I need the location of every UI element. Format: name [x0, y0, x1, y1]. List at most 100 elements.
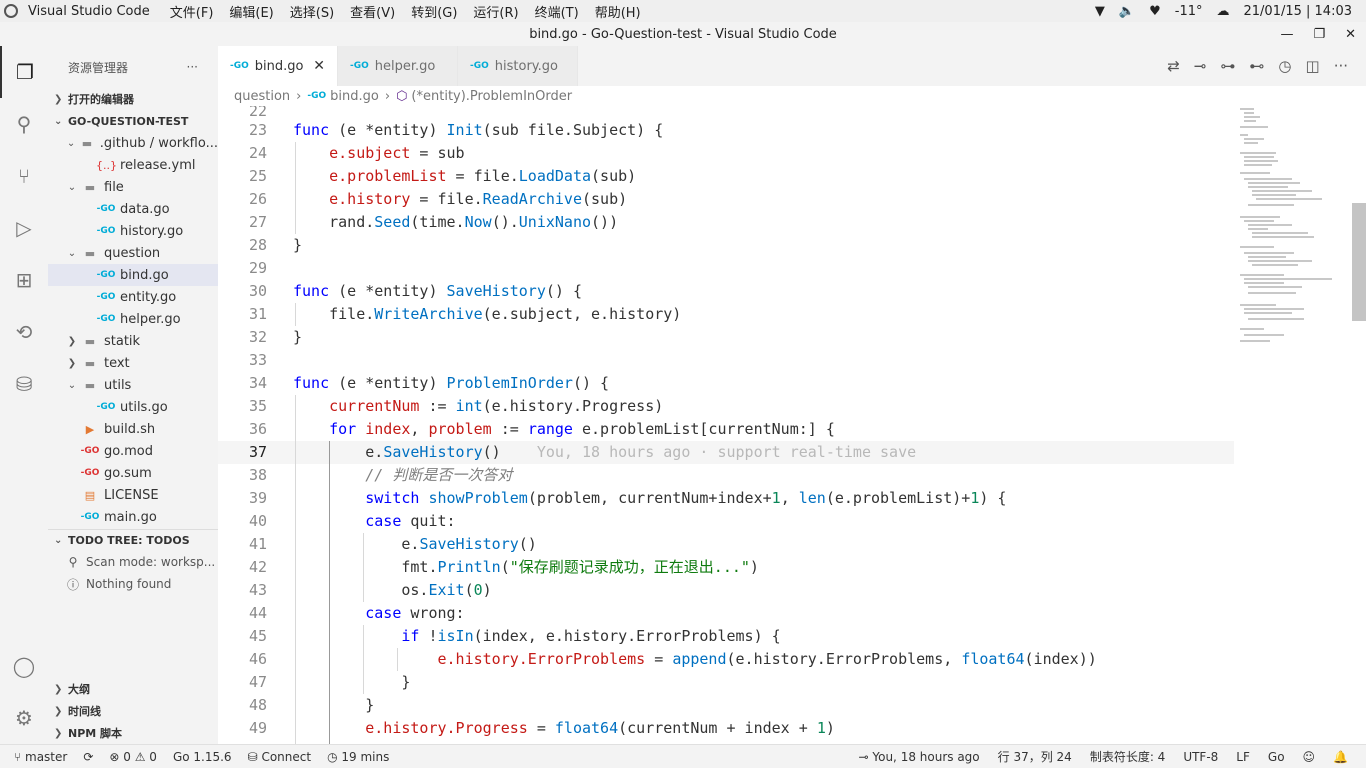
problems-indicator[interactable]: ⊗ 0 ⚠ 0 [109, 750, 157, 764]
tray-dropdown-icon[interactable]: ▼ [1095, 4, 1105, 19]
tree-folder[interactable]: ⌄ ▬ question [48, 242, 218, 264]
tree-file[interactable]: ▤ LICENSE [48, 484, 218, 506]
database-icon[interactable]: ⛁ [0, 358, 48, 410]
code-line[interactable]: 25 e.problemList = file.LoadData(sub) [218, 165, 1234, 188]
system-logo-icon[interactable] [4, 4, 18, 18]
branch-indicator[interactable]: ⑂ master [14, 750, 67, 764]
breadcrumb-symbol[interactable]: (*entity).ProblemInOrder [411, 89, 572, 104]
code-line-current[interactable]: 37 e.SaveHistory() You, 18 hours ago · s… [218, 441, 1234, 464]
tree-file[interactable]: -GO entity.go [48, 286, 218, 308]
code-line[interactable]: 28} [218, 234, 1234, 257]
code-line[interactable]: 39 switch showProblem(problem, currentNu… [218, 487, 1234, 510]
remote-icon[interactable]: ⟲ [0, 306, 48, 358]
minimap[interactable] [1236, 106, 1348, 356]
workspace-section[interactable]: ⌄ GO-QUESTION-TEST [48, 110, 218, 132]
tree-file[interactable]: -GO main.go [48, 506, 218, 528]
go-version[interactable]: Go 1.15.6 [173, 750, 232, 764]
code-line[interactable]: 26 e.history = file.ReadArchive(sub) [218, 188, 1234, 211]
menu-run[interactable]: 运行(R) [473, 2, 518, 21]
scrollbar-thumb[interactable] [1352, 203, 1366, 321]
tree-file[interactable]: -GO data.go [48, 198, 218, 220]
time-tracker[interactable]: ◷ 19 mins [327, 750, 389, 764]
app-name[interactable]: Visual Studio Code [28, 4, 150, 19]
minimize-icon[interactable]: — [1280, 27, 1293, 42]
more-actions-icon[interactable]: ··· [1334, 57, 1348, 75]
end-of-line[interactable]: LF [1236, 750, 1250, 764]
source-control-icon[interactable]: ⑂ [0, 150, 48, 202]
git-commit-icon[interactable]: ⊸ [1194, 57, 1207, 75]
clock[interactable]: 21/01/15 | 14:03 [1244, 4, 1353, 19]
tree-file[interactable]: -GO go.sum [48, 462, 218, 484]
code-line[interactable]: 29 [218, 257, 1234, 280]
code-line[interactable]: 48 } [218, 694, 1234, 717]
code-line[interactable]: 46 e.history.ErrorProblems = append(e.hi… [218, 648, 1234, 671]
account-icon[interactable]: ◯ [0, 640, 48, 692]
git-author[interactable]: ⊸ You, 18 hours ago [859, 750, 980, 764]
tree-folder[interactable]: ⌄ ▬ utils [48, 374, 218, 396]
feedback-icon[interactable]: ☺ [1303, 750, 1316, 764]
code-line[interactable]: 30 func (e *entity) SaveHistory() { [218, 280, 1234, 303]
timeline-icon[interactable]: ◷ [1278, 57, 1291, 75]
tab-bind-go[interactable]: -GO bind.go ✕ [218, 46, 338, 86]
code-line[interactable]: 33 [218, 349, 1234, 372]
tree-file[interactable]: -GO utils.go [48, 396, 218, 418]
outline-section[interactable]: ❯ 大纲 [48, 678, 218, 700]
language-mode[interactable]: Go [1268, 750, 1285, 764]
code-line[interactable]: 24 e.subject = sub [218, 142, 1234, 165]
menu-file[interactable]: 文件(F) [170, 2, 214, 21]
split-editor-icon[interactable]: ◫ [1306, 57, 1320, 75]
menu-edit[interactable]: 编辑(E) [229, 2, 273, 21]
code-editor[interactable]: 22 23 func (e *entity) Init(sub file.Subj… [218, 106, 1366, 744]
sync-icon[interactable]: ⟳ [83, 750, 93, 764]
tab-helper-go[interactable]: -GO helper.go [338, 46, 458, 86]
tree-folder[interactable]: ❯ ▬ text [48, 352, 218, 374]
close-icon[interactable]: ✕ [313, 58, 325, 74]
extensions-icon[interactable]: ⊞ [0, 254, 48, 306]
notifications-icon[interactable]: 🔔 [1333, 750, 1348, 764]
code-line[interactable]: 35 currentNum := int(e.history.Progress) [218, 395, 1234, 418]
tree-file[interactable]: ▶ build.sh [48, 418, 218, 440]
todo-tree-section[interactable]: ⌄ TODO TREE: TODOS [48, 529, 218, 551]
network-icon[interactable]: ♥ [1149, 4, 1161, 19]
code-line[interactable]: 34 func (e *entity) ProblemInOrder() { [218, 372, 1234, 395]
explorer-icon[interactable]: ❐ [0, 46, 48, 98]
git-next-icon[interactable]: ⊷ [1249, 57, 1264, 75]
connect-button[interactable]: ⛁ Connect [248, 750, 312, 764]
search-icon[interactable]: ⚲ [0, 98, 48, 150]
settings-icon[interactable]: ⚙ [0, 692, 48, 744]
tree-file[interactable]: {..} release.yml [48, 154, 218, 176]
tree-file[interactable]: -GO go.mod [48, 440, 218, 462]
git-prev-icon[interactable]: ⊶ [1220, 57, 1235, 75]
menu-selection[interactable]: 选择(S) [290, 2, 334, 21]
menu-terminal[interactable]: 终端(T) [535, 2, 579, 21]
run-debug-icon[interactable]: ▷ [0, 202, 48, 254]
maximize-icon[interactable]: ❐ [1313, 27, 1325, 42]
tab-history-go[interactable]: -GO history.go [458, 46, 578, 86]
code-line[interactable]: 44 case wrong: [218, 602, 1234, 625]
code-line[interactable]: 36 for index, problem := range e.problem… [218, 418, 1234, 441]
close-window-icon[interactable]: ✕ [1345, 27, 1356, 42]
code-line[interactable]: 41 e.SaveHistory() [218, 533, 1234, 556]
timeline-section[interactable]: ❯ 时间线 [48, 700, 218, 722]
more-actions-icon[interactable]: ··· [187, 60, 198, 74]
tab-size[interactable]: 制表符长度: 4 [1090, 748, 1166, 765]
code-line[interactable]: 23 func (e *entity) Init(sub file.Subject… [218, 119, 1234, 142]
tree-file[interactable]: -GO history.go [48, 220, 218, 242]
tree-folder[interactable]: ⌄ ▬ .github / workflo... [48, 132, 218, 154]
todo-scan-mode[interactable]: ⚲ Scan mode: worksp... [48, 551, 218, 573]
code-line[interactable]: 31 file.WriteArchive(e.subject, e.histor… [218, 303, 1234, 326]
compare-icon[interactable]: ⇄ [1167, 57, 1180, 75]
code-line[interactable]: 27 rand.Seed(time.Now().UnixNano()) [218, 211, 1234, 234]
tree-file[interactable]: -GO bind.go [48, 264, 218, 286]
menu-go[interactable]: 转到(G) [411, 2, 457, 21]
code-line[interactable]: 47 } [218, 671, 1234, 694]
temperature[interactable]: -11° [1175, 4, 1203, 19]
breadcrumb-folder[interactable]: question [234, 89, 290, 104]
tree-folder[interactable]: ❯ ▬ statik [48, 330, 218, 352]
tree-folder[interactable]: ⌄ ▬ file [48, 176, 218, 198]
code-line[interactable]: 43 os.Exit(0) [218, 579, 1234, 602]
code-line[interactable]: 42 fmt.Println("保存刷题记录成功，正在退出...") [218, 556, 1234, 579]
npm-scripts-section[interactable]: ❯ NPM 脚本 [48, 722, 218, 744]
code-line[interactable]: 45 if !isIn(index, e.history.ErrorProble… [218, 625, 1234, 648]
volume-icon[interactable]: 🔈 [1119, 4, 1135, 19]
